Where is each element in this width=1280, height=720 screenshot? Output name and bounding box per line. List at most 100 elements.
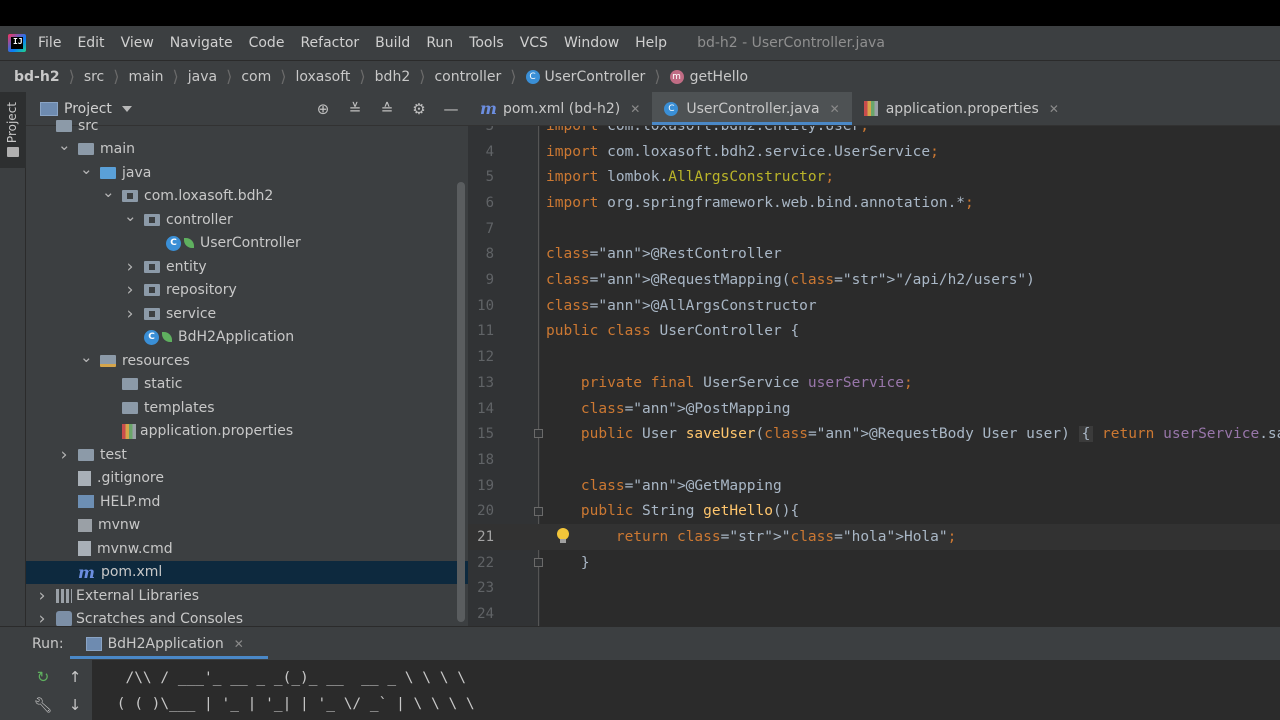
chevron-down-icon[interactable]: ⌄ bbox=[58, 136, 71, 154]
tree-item[interactable]: application.properties bbox=[26, 420, 468, 444]
tree-item[interactable]: templates bbox=[26, 396, 468, 420]
chevron-down-icon[interactable]: ⌄ bbox=[80, 160, 93, 178]
lightbulb-icon[interactable] bbox=[556, 528, 570, 544]
menu-window[interactable]: Window bbox=[564, 35, 619, 51]
breadcrumb-item[interactable]: java bbox=[188, 69, 217, 85]
line-number: 12 bbox=[477, 349, 494, 366]
arrow-down-icon[interactable]: ↓ bbox=[66, 696, 84, 714]
project-scrollbar[interactable] bbox=[457, 182, 465, 622]
chevron-down-icon[interactable]: ⌄ bbox=[80, 348, 93, 366]
breadcrumb-item-class[interactable]: C UserController bbox=[525, 69, 645, 85]
tree-item[interactable]: mvnw bbox=[26, 514, 468, 538]
close-icon[interactable]: ✕ bbox=[1049, 102, 1059, 116]
code-line[interactable]: 12 bbox=[468, 344, 1280, 370]
run-console[interactable]: ↻ ↑ 🔧︎ ↓ /\\ / ___'_ __ _ _(_)_ __ __ _ … bbox=[0, 660, 1280, 720]
fold-marker-icon[interactable] bbox=[534, 557, 543, 567]
breadcrumb-item[interactable]: loxasoft bbox=[296, 69, 351, 85]
breadcrumb-item[interactable]: com bbox=[241, 69, 271, 85]
chevron-right-icon[interactable]: › bbox=[58, 445, 70, 465]
tree-item[interactable]: ⌄ resources bbox=[26, 348, 468, 373]
code-line[interactable]: 10 class="ann">@AllArgsConstructor bbox=[468, 293, 1280, 319]
close-icon[interactable]: ✕ bbox=[234, 637, 244, 651]
dropdown-caret-icon[interactable] bbox=[121, 105, 132, 112]
code-line[interactable]: 23 bbox=[468, 576, 1280, 602]
tree-item[interactable]: static bbox=[26, 373, 468, 397]
code-line[interactable]: 4 import com.loxasoft.bdh2.service.UserSe… bbox=[468, 139, 1280, 165]
run-tab-bdh2application[interactable]: BdH2Application ✕ bbox=[69, 627, 269, 661]
code-line[interactable]: 8 class="ann">@RestController bbox=[468, 242, 1280, 268]
breadcrumb-item[interactable]: src bbox=[84, 69, 104, 85]
menu-build[interactable]: Build bbox=[375, 35, 410, 51]
tab-usercontroller-java[interactable]: C UserController.java ✕ bbox=[652, 92, 853, 125]
breadcrumb-item-method[interactable]: m getHello bbox=[669, 69, 748, 85]
menu-help[interactable]: Help bbox=[635, 35, 667, 51]
breadcrumb-item[interactable]: controller bbox=[434, 69, 501, 85]
tree-item[interactable]: ⌄ main bbox=[26, 136, 468, 162]
menu-view[interactable]: View bbox=[121, 35, 154, 51]
tree-item[interactable]: src bbox=[26, 114, 468, 138]
code-line[interactable]: 21 return class="str">"class="hola">Hola… bbox=[468, 524, 1280, 550]
tab-pom-xml[interactable]: m pom.xml (bd-h2) ✕ bbox=[468, 92, 652, 125]
tree-item-label: mvnw.cmd bbox=[97, 540, 173, 557]
tree-item[interactable]: › test bbox=[26, 443, 468, 467]
tree-item[interactable]: ⌄ com.loxasoft.bdh2 bbox=[26, 183, 468, 209]
code-line[interactable]: 22 } bbox=[468, 550, 1280, 576]
code-text: } bbox=[546, 554, 590, 571]
code-line[interactable]: 13 private final UserService userService… bbox=[468, 370, 1280, 396]
chevron-right-icon[interactable]: › bbox=[124, 304, 136, 324]
breadcrumb-item[interactable]: main bbox=[129, 69, 164, 85]
code-line[interactable]: 14 class="ann">@PostMapping bbox=[468, 396, 1280, 422]
code-line[interactable]: 9 class="ann">@RequestMapping(class="str"… bbox=[468, 267, 1280, 293]
menu-navigate[interactable]: Navigate bbox=[170, 35, 233, 51]
tree-item[interactable]: › entity bbox=[26, 255, 468, 279]
tree-item[interactable]: C UserController bbox=[26, 232, 468, 256]
tree-item[interactable]: › External Libraries bbox=[26, 584, 468, 608]
menu-tools[interactable]: Tools bbox=[469, 35, 504, 51]
project-tool-tab[interactable]: Project bbox=[0, 92, 26, 168]
menu-code[interactable]: Code bbox=[249, 35, 285, 51]
rerun-icon[interactable]: ↻ bbox=[34, 668, 52, 686]
fold-marker-icon[interactable] bbox=[534, 429, 543, 439]
breadcrumb-item[interactable]: bdh2 bbox=[375, 69, 411, 85]
tree-item[interactable]: › Scratches and Consoles bbox=[26, 608, 468, 626]
menu-vcs[interactable]: VCS bbox=[520, 35, 548, 51]
menu-run[interactable]: Run bbox=[426, 35, 453, 51]
breadcrumb-item[interactable]: bd-h2 bbox=[14, 69, 60, 85]
code-line[interactable]: 24 bbox=[468, 601, 1280, 626]
code-line[interactable]: 7 bbox=[468, 216, 1280, 242]
code-line[interactable]: 20 public String getHello(){ bbox=[468, 499, 1280, 525]
close-icon[interactable]: ✕ bbox=[630, 102, 640, 116]
chevron-right-icon[interactable]: › bbox=[36, 586, 48, 606]
tree-item[interactable]: ⌄ java bbox=[26, 160, 468, 185]
tree-item[interactable]: HELP.md bbox=[26, 490, 468, 514]
tree-item[interactable]: ⌄ controller bbox=[26, 207, 468, 232]
menu-refactor[interactable]: Refactor bbox=[300, 35, 359, 51]
chevron-right-icon[interactable]: › bbox=[36, 609, 48, 626]
tree-item[interactable]: › repository bbox=[26, 279, 468, 303]
tree-item[interactable]: .gitignore bbox=[26, 467, 468, 491]
code-line[interactable]: 3 import com.loxasoft.bdh2.entity.User; bbox=[468, 126, 1280, 139]
code-line[interactable]: 5 import lombok.AllArgsConstructor; bbox=[468, 164, 1280, 190]
code-line[interactable]: 15 public User saveUser(class="ann">@Req… bbox=[468, 421, 1280, 447]
chevron-right-icon[interactable]: › bbox=[124, 280, 136, 300]
tree-item[interactable]: C BdH2Application bbox=[26, 326, 468, 350]
close-icon[interactable]: ✕ bbox=[830, 102, 840, 116]
code-editor[interactable]: 3 import com.loxasoft.bdh2.entity.User; 4 i… bbox=[468, 126, 1280, 626]
tab-application-properties[interactable]: application.properties ✕ bbox=[852, 92, 1071, 125]
line-number: 8 bbox=[485, 246, 494, 263]
code-line[interactable]: 11 public class UserController { bbox=[468, 319, 1280, 345]
code-line[interactable]: 18 bbox=[468, 447, 1280, 473]
tree-item[interactable]: mvnw.cmd bbox=[26, 537, 468, 561]
arrow-up-icon[interactable]: ↑ bbox=[66, 668, 84, 686]
chevron-right-icon[interactable]: › bbox=[124, 257, 136, 277]
chevron-down-icon[interactable]: ⌄ bbox=[124, 207, 137, 225]
code-line[interactable]: 6 import org.springframework.web.bind.ann… bbox=[468, 190, 1280, 216]
tree-item[interactable]: › service bbox=[26, 302, 468, 326]
wrench-icon[interactable]: 🔧︎ bbox=[33, 696, 52, 714]
menu-file[interactable]: File bbox=[38, 35, 61, 51]
code-line[interactable]: 19 class="ann">@GetMapping bbox=[468, 473, 1280, 499]
fold-marker-icon[interactable] bbox=[534, 506, 543, 516]
tree-item[interactable]: m pom.xml bbox=[26, 560, 468, 584]
menu-edit[interactable]: Edit bbox=[77, 35, 104, 51]
chevron-down-icon[interactable]: ⌄ bbox=[102, 183, 115, 201]
